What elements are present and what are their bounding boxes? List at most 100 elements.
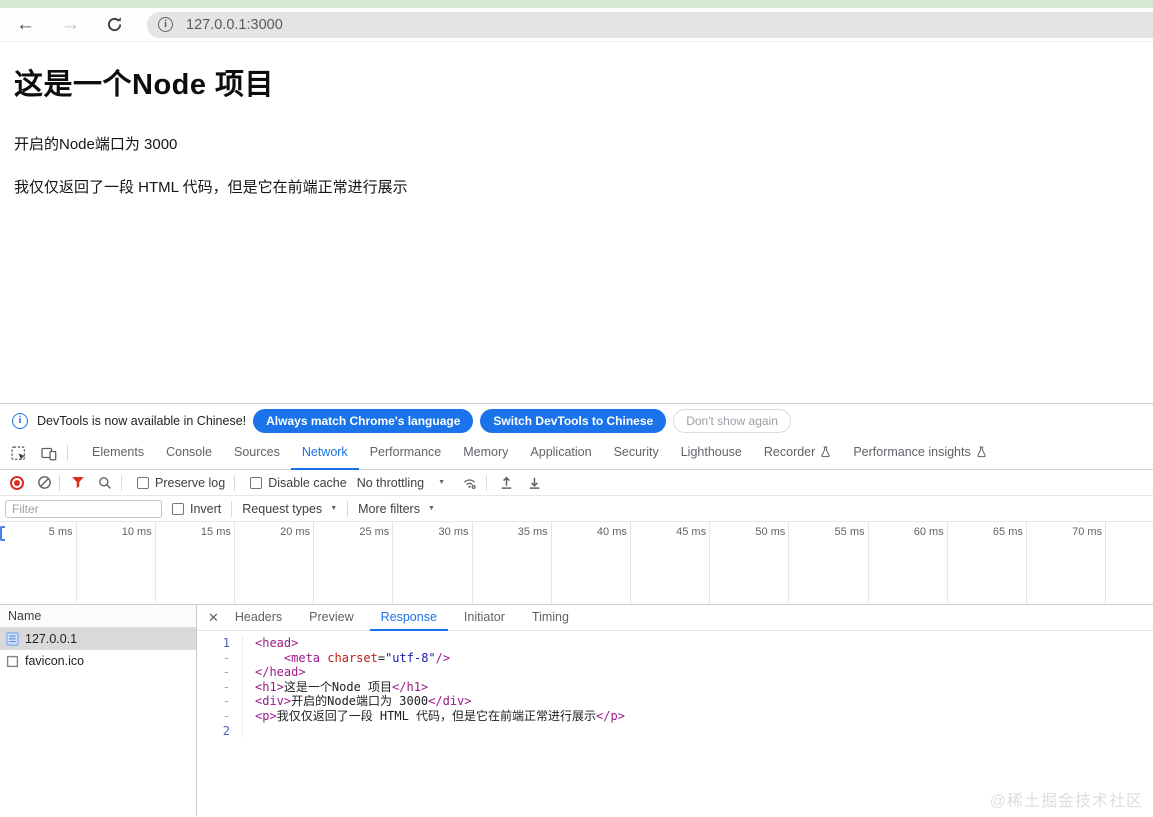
url-bar[interactable]: i 127.0.0.1:3000 <box>147 11 1153 38</box>
code-line: - </head> <box>197 665 1153 680</box>
more-filters-dropdown[interactable]: More filters <box>358 502 420 516</box>
reload-icon[interactable] <box>106 16 123 33</box>
code-token: <div> <box>255 694 292 709</box>
tab-security[interactable]: Security <box>603 437 670 470</box>
divider <box>67 445 68 461</box>
export-har-icon[interactable] <box>527 475 542 490</box>
code-token: <head> <box>255 636 299 650</box>
name-column-header[interactable]: Name <box>0 605 196 628</box>
timeline-gridline <box>550 522 552 604</box>
tab-application[interactable]: Application <box>519 437 602 470</box>
invert-checkbox[interactable]: Invert <box>172 502 221 516</box>
search-icon[interactable] <box>98 476 112 490</box>
tab-console[interactable]: Console <box>155 437 223 470</box>
detail-tab-timing[interactable]: Timing <box>521 605 580 631</box>
network-overview-timeline[interactable]: 5 ms 10 ms 15 ms 20 ms 25 ms 30 ms 35 ms 40 ms 4… <box>0 522 1153 605</box>
request-types-dropdown[interactable]: Request types <box>242 502 322 516</box>
watermark: @稀土掘金技术社区 <box>989 793 1143 810</box>
network-bottom-split: Name 127.0.0.1 favicon.ico ✕ Headers Previ… <box>0 605 1153 816</box>
chevron-down-icon[interactable]: ▼ <box>330 505 337 512</box>
timeline-tick-label: 30 ms <box>438 526 469 538</box>
network-conditions-icon[interactable] <box>461 475 478 490</box>
url-text[interactable]: 127.0.0.1:3000 <box>186 17 283 33</box>
detail-tab-strip: Headers Preview Response Initiator Timing <box>219 605 580 631</box>
detail-tab-response[interactable]: Response <box>369 605 448 631</box>
tab-label: Lighthouse <box>680 445 742 459</box>
timeline-gridline <box>709 522 711 604</box>
back-arrow-icon[interactable]: ← <box>16 15 35 34</box>
preserve-log-checkbox[interactable]: Preserve log <box>137 476 225 490</box>
code-token: /> <box>435 650 451 665</box>
filter-input[interactable] <box>5 499 162 518</box>
tab-memory[interactable]: Memory <box>452 437 519 470</box>
timeline-tick-label: 45 ms <box>676 526 707 538</box>
dont-show-again-button[interactable]: Don't show again <box>673 408 791 433</box>
chevron-down-icon[interactable]: ▼ <box>428 505 435 512</box>
code-line: - <h1>这是一个Node 项目</h1> <box>197 679 1153 695</box>
tab-recorder[interactable]: Recorder <box>753 437 842 470</box>
detail-tab-label: Timing <box>531 609 569 624</box>
request-rows: 127.0.0.1 favicon.ico <box>0 628 196 672</box>
chevron-down-icon[interactable]: ▼ <box>438 479 445 486</box>
timeline-gridline <box>233 522 235 604</box>
clear-icon[interactable] <box>37 475 52 490</box>
line-number: 1 <box>197 636 243 651</box>
code-token: = <box>377 650 386 665</box>
tab-lighthouse[interactable]: Lighthouse <box>670 437 753 470</box>
timeline-gridline <box>867 522 869 604</box>
checkbox-icon[interactable] <box>137 476 149 489</box>
code-token: </p> <box>596 708 625 723</box>
devtools-tab-strip: Elements Console Sources Network Performance… <box>81 437 998 470</box>
checkbox-icon[interactable] <box>250 476 263 489</box>
tab-performance-insights[interactable]: Performance insights <box>842 437 997 470</box>
timeline-tick-label: 5 ms <box>48 526 73 538</box>
tab-sources[interactable]: Sources <box>223 437 291 470</box>
detail-tab-headers[interactable]: Headers <box>224 605 293 631</box>
detail-tab-initiator[interactable]: Initiator <box>453 605 516 631</box>
forward-arrow-icon[interactable]: → <box>61 15 80 34</box>
timeline-gridline <box>788 522 790 604</box>
filter-funnel-icon[interactable] <box>71 476 85 489</box>
toggle-device-toolbar-icon[interactable] <box>36 440 62 466</box>
import-har-icon[interactable] <box>499 475 514 490</box>
request-row[interactable]: favicon.ico <box>0 650 196 672</box>
disable-cache-checkbox[interactable]: Disable cache <box>250 476 347 490</box>
inspect-element-icon[interactable] <box>5 440 31 466</box>
timeline-gridline <box>154 522 156 604</box>
code-token: </div> <box>428 694 472 709</box>
tab-label: Sources <box>233 445 280 459</box>
timeline-tick-label: 20 ms <box>280 526 311 538</box>
close-icon[interactable]: ✕ <box>208 611 219 624</box>
code-token: </head> <box>255 665 306 680</box>
code-text: <head> <box>243 636 298 651</box>
switch-devtools-chinese-button[interactable]: Switch DevTools to Chinese <box>480 408 667 433</box>
request-detail-panel: ✕ Headers Preview Response Initiator Timing … <box>197 605 1153 816</box>
infobar-message: DevTools is now available in Chinese! <box>37 413 247 428</box>
timeline-gridline <box>75 522 77 604</box>
preserve-log-label: Preserve log <box>155 475 226 490</box>
file-icon <box>6 655 19 667</box>
checkbox-icon[interactable] <box>172 502 184 515</box>
line-number: - <box>197 679 243 695</box>
code-text: <div>开启的Node端口为 3000</div> <box>243 694 472 709</box>
timeline-tick-label: 35 ms <box>517 526 548 538</box>
requests-panel: Name 127.0.0.1 favicon.ico <box>0 605 197 816</box>
always-match-language-button[interactable]: Always match Chrome's language <box>253 408 474 433</box>
code-line: 1 <head> <box>197 636 1153 651</box>
request-row[interactable]: 127.0.0.1 <box>0 628 196 650</box>
tab-network[interactable]: Network <box>290 437 359 470</box>
detail-tab-preview[interactable]: Preview <box>298 605 364 631</box>
code-line: - <div>开启的Node端口为 3000</div> <box>197 694 1153 709</box>
info-icon[interactable]: i <box>158 17 173 32</box>
tab-label: Performance insights <box>853 445 971 459</box>
divider <box>486 474 488 491</box>
throttling-select[interactable]: No throttling <box>357 476 424 490</box>
request-name: 127.0.0.1 <box>25 632 78 646</box>
timeline-tick-label: 15 ms <box>200 526 231 538</box>
timeline-gridline <box>946 522 948 604</box>
tab-performance[interactable]: Performance <box>359 437 453 470</box>
tab-elements[interactable]: Elements <box>81 437 155 470</box>
record-icon[interactable] <box>10 475 24 490</box>
flask-icon <box>821 446 830 458</box>
timeline-gridline <box>1105 522 1107 604</box>
